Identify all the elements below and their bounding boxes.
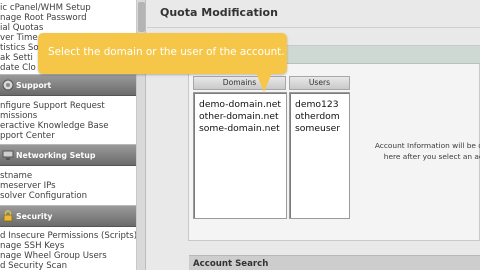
tooltip-text: Select the domain or the user of the acc… [48,46,285,58]
user-option[interactable]: someuser [295,123,340,135]
domain-option[interactable]: some-domain.net [199,123,280,135]
account-info-line: Account Information will be d [374,141,480,150]
user-option[interactable]: otherdom [295,111,340,123]
page-title: Quota Modification [160,6,278,19]
sidebar-link-insecure-permissions[interactable]: d Insecure Permissions (Scripts) [0,231,136,241]
sidebar-link-security-scan[interactable]: d Security Scan [0,261,67,270]
sidebar-section-title: Support [16,81,52,90]
sidebar-section-support[interactable]: Support [0,74,136,96]
domains-list[interactable]: demo-domain.net other-domain.net some-do… [193,92,287,219]
sidebar-link-support-request[interactable]: nfigure Support Request [0,101,105,111]
sidebar-link-knowledge-base[interactable]: eractive Knowledge Base [0,121,109,131]
lock-icon [3,210,13,222]
sidebar-link-root-password[interactable]: nage Root Password [0,13,87,23]
instruction-tooltip: Select the domain or the user of the acc… [38,33,287,74]
sidebar-section-title: Networking Setup [16,151,96,160]
sidebar-section-title: Security [16,212,53,221]
sidebar-link-resolver-configuration[interactable]: solver Configuration [0,191,87,201]
network-icon [2,150,14,160]
sidebar-section-security[interactable]: Security [0,205,136,227]
sidebar-link-nameserver-ips[interactable]: meserver IPs [0,181,56,191]
sidebar-link-statistics[interactable]: tistics Sof [0,43,42,53]
sidebar-link-ssh-keys[interactable]: nage SSH Keys [0,241,64,251]
sidebar-link-quotas[interactable]: ial Quotas [0,23,43,33]
domains-column-header: Domains [193,76,286,90]
sidebar-link-hostname[interactable]: stname [0,171,32,181]
users-column-header: Users [289,76,350,90]
sidebar-link-server-time[interactable]: ver Time [0,33,38,43]
sidebar-link-permissions[interactable]: missions [0,111,37,121]
account-info-text: Account Information will be d here after… [353,140,480,162]
account-search-label: Account Search [193,259,269,269]
account-search-section[interactable]: Account Search [189,255,480,270]
domain-option[interactable]: other-domain.net [199,111,279,123]
sidebar-link-update-clock[interactable]: date Clo [0,63,36,73]
tooltip-pointer [256,73,272,92]
title-divider [147,27,480,28]
users-list[interactable]: demo123 otherdom someuser [289,92,350,219]
sidebar-link-tweak-settings[interactable]: ak Setti [0,53,33,63]
support-icon [2,79,14,91]
sidebar-link-wheel-group-users[interactable]: nage Wheel Group Users [0,251,107,261]
scrollbar-thumb[interactable] [138,2,145,32]
sidebar-link-cpanel-whm-setup[interactable]: ic cPanel/WHM Setup [0,3,91,13]
sidebar-link-support-center[interactable]: pport Center [0,131,55,141]
domain-option[interactable]: demo-domain.net [199,99,281,111]
account-info-line: here after you select an ac [383,152,480,161]
user-option[interactable]: demo123 [295,99,339,111]
sidebar-section-networking-setup[interactable]: Networking Setup [0,144,136,166]
